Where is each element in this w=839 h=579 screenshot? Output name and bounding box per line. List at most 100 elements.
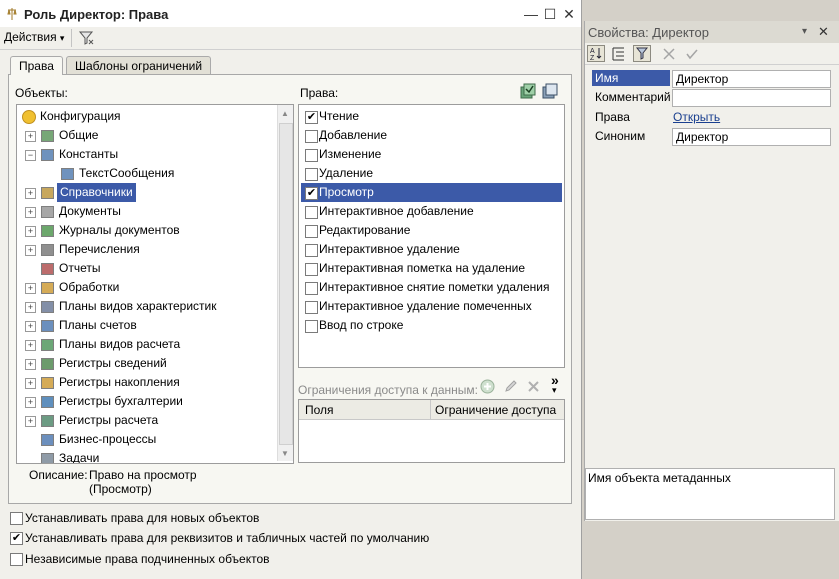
tree-item[interactable]: + Общие <box>17 126 277 145</box>
right-item[interactable]: ✔ Чтение <box>301 107 562 126</box>
right-item[interactable]: Удаление <box>301 164 562 183</box>
right-item[interactable]: Ввод по строке <box>301 316 562 335</box>
check-all-icon[interactable] <box>520 83 536 99</box>
property-value-field[interactable]: Директор <box>672 128 831 146</box>
properties-filter-icon[interactable] <box>633 45 651 62</box>
tree-item[interactable]: + Документы <box>17 202 277 221</box>
right-checkbox[interactable] <box>305 263 318 276</box>
objects-tree[interactable]: Конфигурация + Общие − Константы ТекстСообщен… <box>16 104 294 464</box>
expand-icon[interactable]: + <box>25 283 36 294</box>
right-item[interactable]: Изменение <box>301 145 562 164</box>
actions-menu-button[interactable]: Действия ▾ <box>4 30 64 44</box>
right-item[interactable]: Интерактивное удаление помеченных <box>301 297 562 316</box>
right-checkbox[interactable] <box>305 244 318 257</box>
right-checkbox[interactable] <box>305 320 318 333</box>
svg-text:A: A <box>590 48 595 55</box>
right-item[interactable]: Интерактивная пометка на удаление <box>301 259 562 278</box>
add-icon[interactable] <box>480 379 495 394</box>
properties-close-button[interactable]: ✕ <box>818 24 829 40</box>
edit-icon[interactable] <box>503 379 518 394</box>
pin-icon[interactable]: ▾ <box>802 26 807 37</box>
right-item[interactable]: Редактирование <box>301 221 562 240</box>
calc-reg-icon <box>41 415 54 427</box>
property-value-field[interactable] <box>672 89 831 107</box>
tree-item[interactable]: Бизнес-процессы <box>17 430 277 449</box>
maximize-button[interactable]: ☐ <box>542 6 558 22</box>
open-rights-link[interactable]: Открыть <box>673 110 720 124</box>
right-item[interactable]: Добавление <box>301 126 562 145</box>
objects-scrollbar[interactable]: ▲ ▼ <box>277 105 293 461</box>
right-item[interactable]: ✔ Просмотр <box>301 183 562 202</box>
expand-icon[interactable]: + <box>25 188 36 199</box>
expand-icon[interactable]: + <box>25 397 36 408</box>
chart-char-icon <box>41 301 54 313</box>
expand-icon[interactable]: + <box>25 340 36 351</box>
expand-icon[interactable]: + <box>25 302 36 313</box>
right-checkbox[interactable] <box>305 168 318 181</box>
column-fields[interactable]: Поля <box>305 403 334 417</box>
right-checkbox[interactable] <box>305 301 318 314</box>
right-checkbox[interactable]: ✔ <box>305 187 318 200</box>
column-restriction[interactable]: Ограничение доступа <box>435 403 556 417</box>
tree-item[interactable]: Отчеты <box>17 259 277 278</box>
tree-item[interactable]: − Константы <box>17 145 277 164</box>
data-access-limits-grid[interactable]: Поля Ограничение доступа <box>298 399 565 463</box>
right-checkbox[interactable] <box>305 206 318 219</box>
delete-icon[interactable] <box>526 379 541 394</box>
expand-icon[interactable]: + <box>25 416 36 427</box>
expand-icon[interactable]: + <box>25 226 36 237</box>
right-checkbox[interactable] <box>305 149 318 162</box>
tree-item[interactable]: + Регистры расчета <box>17 411 277 430</box>
scroll-thumb[interactable] <box>279 123 293 445</box>
tree-item[interactable]: + Планы видов характеристик <box>17 297 277 316</box>
sort-categories-icon[interactable] <box>610 45 628 62</box>
rights-list[interactable]: ✔ Чтение Добавление Изменение Удаление ✔ Просм… <box>298 104 565 368</box>
right-item[interactable]: Интерактивное удаление <box>301 240 562 259</box>
scroll-down-icon[interactable]: ▼ <box>281 449 289 458</box>
tree-item[interactable]: ТекстСообщения <box>17 164 277 183</box>
tree-item[interactable]: + Регистры сведений <box>17 354 277 373</box>
tree-item[interactable]: + Справочники <box>17 183 277 202</box>
expand-icon[interactable]: + <box>25 207 36 218</box>
right-checkbox[interactable] <box>305 130 318 143</box>
tab-restriction-templates[interactable]: Шаблоны ограничений <box>66 56 212 75</box>
chevron-down-icon[interactable]: ▾ <box>552 385 557 396</box>
tab-rights[interactable]: Права <box>10 56 63 75</box>
expand-icon[interactable]: + <box>25 359 36 370</box>
tree-item[interactable]: + Перечисления <box>17 240 277 259</box>
expand-icon[interactable]: + <box>25 131 36 142</box>
tree-item[interactable]: + Журналы документов <box>17 221 277 240</box>
tree-item[interactable]: Задачи <box>17 449 277 463</box>
option-checkbox[interactable] <box>10 512 23 525</box>
tree-item[interactable]: + Обработки <box>17 278 277 297</box>
property-value-field[interactable]: Директор <box>672 70 831 88</box>
tree-item-label: Справочники <box>57 183 136 202</box>
reports-icon <box>41 263 54 275</box>
right-checkbox[interactable] <box>305 282 318 295</box>
expand-icon[interactable]: + <box>25 378 36 389</box>
filter-icon[interactable] <box>78 30 94 46</box>
uncheck-all-icon[interactable] <box>542 83 558 99</box>
right-checkbox[interactable]: ✔ <box>305 111 318 124</box>
expand-icon[interactable]: + <box>25 321 36 332</box>
right-item[interactable]: Интерактивное снятие пометки удаления <box>301 278 562 297</box>
scroll-up-icon[interactable]: ▲ <box>281 109 289 118</box>
right-item[interactable]: Интерактивное добавление <box>301 202 562 221</box>
tree-item[interactable]: + Регистры бухгалтерии <box>17 392 277 411</box>
option-checkbox[interactable] <box>10 553 23 566</box>
tree-item[interactable]: + Планы видов расчета <box>17 335 277 354</box>
properties-check-icon[interactable] <box>685 47 699 61</box>
objects-label: Объекты: <box>15 86 68 100</box>
title-bar[interactable]: Роль Директор: Права — ☐ ✕ <box>0 0 581 28</box>
minimize-button[interactable]: — <box>523 6 539 22</box>
close-button[interactable]: ✕ <box>561 6 577 22</box>
option-checkbox[interactable]: ✔ <box>10 532 23 545</box>
tree-item[interactable]: Конфигурация <box>17 107 277 126</box>
right-checkbox[interactable] <box>305 225 318 238</box>
properties-clear-icon[interactable] <box>662 47 676 61</box>
sort-alphabetical-icon[interactable]: A Z <box>587 45 605 62</box>
tree-item[interactable]: + Планы счетов <box>17 316 277 335</box>
collapse-icon[interactable]: − <box>25 150 36 161</box>
tree-item[interactable]: + Регистры накопления <box>17 373 277 392</box>
expand-icon[interactable]: + <box>25 245 36 256</box>
